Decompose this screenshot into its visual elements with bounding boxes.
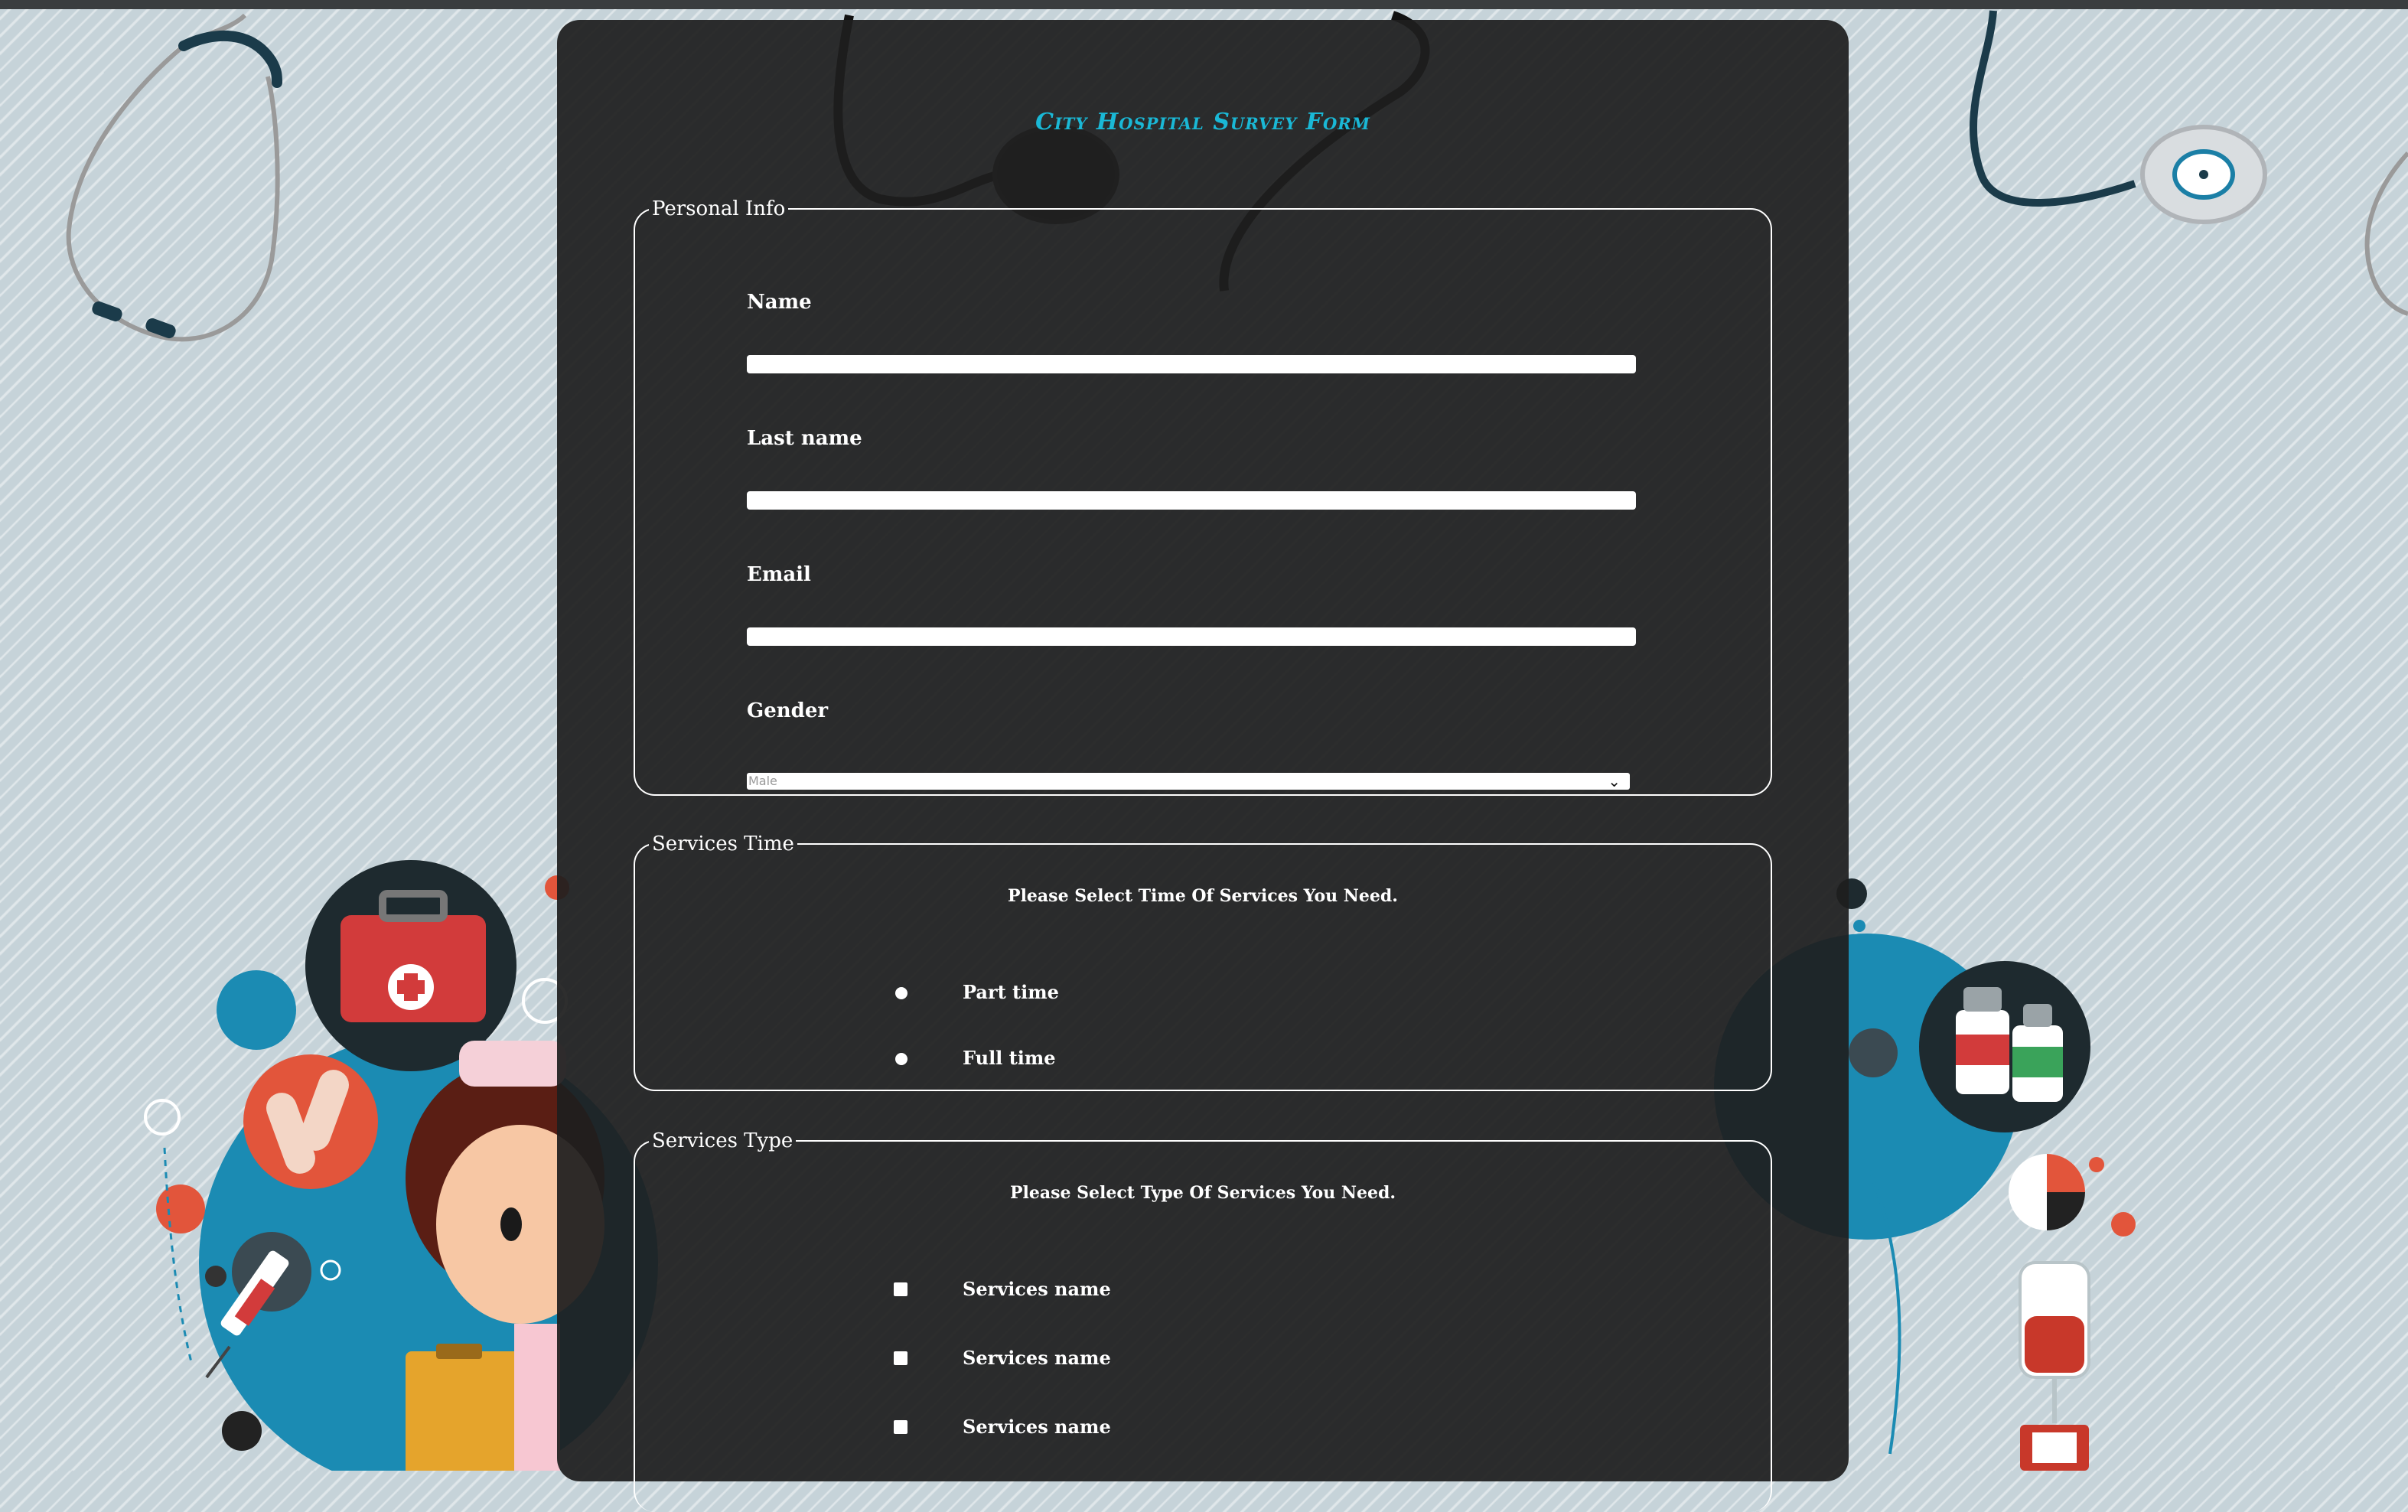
services-time-fieldset: Services Time Please Select Time Of Serv… bbox=[634, 833, 1772, 1091]
personal-info-fieldset: Personal Info Name Last name Email Gende… bbox=[634, 197, 1772, 796]
services-time-instruction: Please Select Time Of Services You Need. bbox=[1008, 886, 1398, 906]
last-name-label: Last name bbox=[747, 427, 862, 450]
first-aid-kit-icon bbox=[305, 860, 516, 1071]
services-type-fieldset: Services Type Please Select Type Of Serv… bbox=[634, 1129, 1772, 1512]
service-label: Services name bbox=[963, 1347, 1111, 1369]
name-label: Name bbox=[747, 291, 812, 314]
name-input[interactable] bbox=[747, 355, 1636, 373]
personal-info-legend: Personal Info bbox=[652, 197, 786, 220]
email-input[interactable] bbox=[747, 627, 1636, 646]
bandage-icon bbox=[243, 1054, 378, 1189]
services-type-legend: Services Type bbox=[652, 1129, 793, 1152]
full-time-radio[interactable] bbox=[895, 1053, 907, 1065]
chevron-down-icon: ⌄ bbox=[1608, 772, 1621, 790]
stethoscope-icon bbox=[66, 13, 282, 342]
form-title: City Hospital Survey Form bbox=[1035, 109, 1370, 135]
service-checkbox[interactable] bbox=[894, 1282, 907, 1296]
services-time-legend: Services Time bbox=[652, 833, 794, 855]
medicine-bottles-icon bbox=[1919, 961, 2090, 1132]
part-time-radio[interactable] bbox=[895, 987, 907, 999]
service-label: Services name bbox=[963, 1416, 1111, 1438]
last-name-input[interactable] bbox=[747, 491, 1636, 510]
stethoscope-icon bbox=[1969, 10, 2408, 316]
survey-form-panel: City Hospital Survey Form Personal Info … bbox=[557, 20, 1849, 1512]
full-time-label: Full time bbox=[963, 1047, 1056, 1069]
part-time-label: Part time bbox=[963, 981, 1059, 1003]
email-label: Email bbox=[747, 563, 811, 586]
gender-select[interactable]: Male ⌄ bbox=[747, 773, 1630, 790]
service-checkbox[interactable] bbox=[894, 1420, 907, 1434]
service-label: Services name bbox=[963, 1278, 1111, 1300]
gender-label: Gender bbox=[747, 699, 829, 722]
services-type-instruction: Please Select Type Of Services You Need. bbox=[1009, 1183, 1396, 1203]
blood-bag-icon bbox=[2019, 1261, 2090, 1471]
service-checkbox[interactable] bbox=[894, 1351, 907, 1365]
gender-select-value: Male bbox=[748, 774, 777, 788]
